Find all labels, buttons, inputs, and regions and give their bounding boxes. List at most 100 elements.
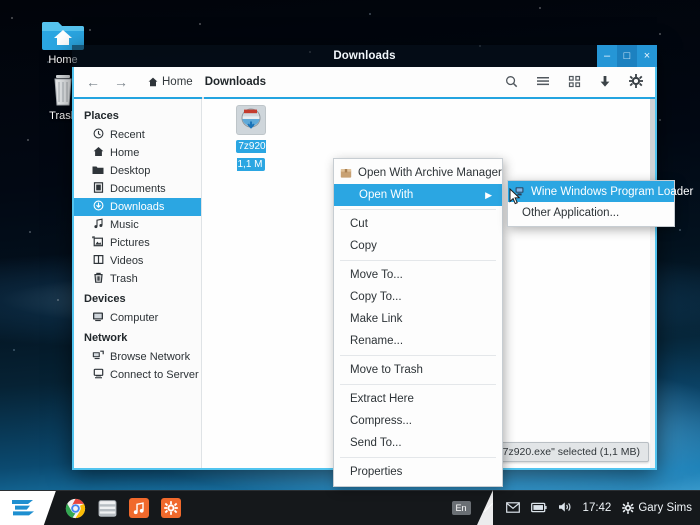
sidebar-item-computer[interactable]: Computer [74, 309, 201, 327]
sidebar-header-network: Network [74, 327, 201, 348]
context-menu: Open With Archive Manager Open With ▶ Cu… [333, 158, 503, 487]
menu-separator [340, 355, 496, 356]
chevron-right-icon: ▶ [485, 190, 492, 201]
sidebar-item-trash-label: Trash [110, 273, 138, 285]
menu-item-properties[interactable]: Properties [334, 461, 502, 483]
menu-item-move-to-trash[interactable]: Move to Trash [334, 359, 502, 381]
breadcrumb-downloads[interactable]: Downloads [201, 73, 270, 91]
vertical-scrollbar[interactable] [650, 99, 655, 468]
scrollbar-thumb[interactable] [650, 99, 655, 185]
menu-item-rename[interactable]: Rename... [334, 330, 502, 352]
menu-item-extract-here[interactable]: Extract Here [334, 388, 502, 410]
launcher-chrome[interactable] [60, 493, 90, 523]
chrome-icon [65, 498, 86, 519]
breadcrumb-home[interactable]: Home [144, 73, 197, 91]
menu-item-compress[interactable]: Compress... [334, 410, 502, 432]
executable-file-icon [236, 105, 266, 135]
menu-separator [340, 384, 496, 385]
connect-server-icon [92, 368, 104, 382]
open-with-submenu: Wine Windows Program Loader Other Applic… [507, 180, 675, 227]
menu-item-open-with[interactable]: Open With ▶ [334, 184, 502, 206]
sidebar-item-desktop-label: Desktop [110, 165, 150, 177]
toolbar-actions [505, 74, 649, 90]
sidebar-item-documents-label: Documents [110, 183, 166, 195]
sidebar-item-connect-server[interactable]: Connect to Server [74, 366, 201, 384]
sidebar-item-music[interactable]: Music [74, 216, 201, 234]
menu-item-move-to[interactable]: Move To... [334, 264, 502, 286]
file-item-7z920[interactable]: 7z920 1,1 M [220, 103, 282, 172]
launcher-files[interactable] [92, 493, 122, 523]
sidebar-header-devices: Devices [74, 288, 201, 309]
back-button[interactable]: ← [86, 75, 100, 89]
forward-button[interactable]: → [114, 75, 128, 89]
submenu-item-wine-loader[interactable]: Wine Windows Program Loader [508, 181, 674, 202]
status-badge: "7z920.exe" selected (1,1 MB) [490, 442, 649, 462]
sidebar-item-browse-network[interactable]: Browse Network [74, 348, 201, 366]
submenu-item-wine-loader-label: Wine Windows Program Loader [531, 186, 693, 198]
list-view-icon[interactable] [536, 75, 550, 89]
window-title: Downloads [333, 50, 395, 62]
grid-view-icon[interactable] [568, 75, 581, 90]
pictures-icon [92, 236, 104, 250]
menu-item-copy-label: Copy [350, 240, 377, 252]
file-item-size: 1,1 M [237, 159, 262, 170]
maximize-button[interactable]: □ [617, 45, 637, 67]
battery-icon[interactable] [531, 502, 547, 515]
taskbar-launchers [60, 493, 186, 523]
sidebar-item-videos-label: Videos [110, 255, 143, 267]
archive-icon [340, 167, 352, 180]
sidebar-item-downloads[interactable]: Downloads [74, 198, 201, 216]
menu-item-make-link[interactable]: Make Link [334, 308, 502, 330]
launcher-settings[interactable] [156, 493, 186, 523]
sidebar-item-browse-network-label: Browse Network [110, 351, 190, 363]
menu-item-cut-label: Cut [350, 218, 368, 230]
downloads-icon[interactable] [599, 75, 611, 90]
menu-item-copy-to[interactable]: Copy To... [334, 286, 502, 308]
blank-icon [340, 189, 353, 202]
launcher-music[interactable] [124, 493, 154, 523]
sidebar-item-desktop[interactable]: Desktop [74, 162, 201, 180]
clock[interactable]: 17:42 [583, 502, 612, 514]
menu-item-cut[interactable]: Cut [334, 213, 502, 235]
sidebar-item-home[interactable]: Home [74, 144, 201, 162]
music-app-icon [129, 498, 149, 518]
start-menu-button[interactable] [0, 491, 56, 525]
menu-item-extract-here-label: Extract Here [350, 393, 414, 405]
sidebar-item-downloads-label: Downloads [110, 201, 164, 213]
user-gear-icon [622, 502, 634, 514]
trash-icon [92, 272, 104, 286]
file-item-label: 7z920 1,1 M [236, 140, 265, 171]
home-icon [92, 146, 104, 160]
window-titlebar[interactable]: Downloads – □ × [72, 45, 657, 67]
sidebar: Places Recent Home [74, 99, 202, 468]
menu-item-open-with-archive-manager[interactable]: Open With Archive Manager [334, 162, 502, 184]
menu-item-rename-label: Rename... [350, 335, 403, 347]
menu-separator [340, 457, 496, 458]
sidebar-item-documents[interactable]: Documents [74, 180, 201, 198]
user-name: Gary Sims [638, 502, 692, 514]
sidebar-item-recent[interactable]: Recent [74, 126, 201, 144]
gear-icon[interactable] [629, 74, 643, 90]
mail-icon[interactable] [506, 502, 520, 515]
user-menu[interactable]: Gary Sims [622, 502, 692, 514]
sidebar-item-trash[interactable]: Trash [74, 270, 201, 288]
volume-icon[interactable] [558, 501, 572, 515]
videos-icon [92, 254, 104, 268]
music-note-icon [92, 218, 104, 232]
submenu-item-other-application[interactable]: Other Application... [508, 202, 674, 223]
zorin-logo-icon [8, 497, 38, 519]
sidebar-item-connect-server-label: Connect to Server [110, 369, 199, 381]
sidebar-item-music-label: Music [110, 219, 139, 231]
close-button[interactable]: × [637, 45, 657, 67]
sidebar-item-pictures[interactable]: Pictures [74, 234, 201, 252]
toolbar: ← → Home Downloads [74, 67, 655, 97]
menu-item-open-with-label: Open With [359, 189, 413, 201]
minimize-button[interactable]: – [597, 45, 617, 67]
keyboard-layout-indicator[interactable]: En [452, 501, 471, 515]
menu-item-send-to[interactable]: Send To... [334, 432, 502, 454]
file-manager-window: Downloads – □ × ← → Home [72, 45, 657, 470]
sidebar-item-videos[interactable]: Videos [74, 252, 201, 270]
window-controls: – □ × [597, 45, 657, 67]
search-icon[interactable] [505, 75, 518, 90]
menu-item-copy[interactable]: Copy [334, 235, 502, 257]
